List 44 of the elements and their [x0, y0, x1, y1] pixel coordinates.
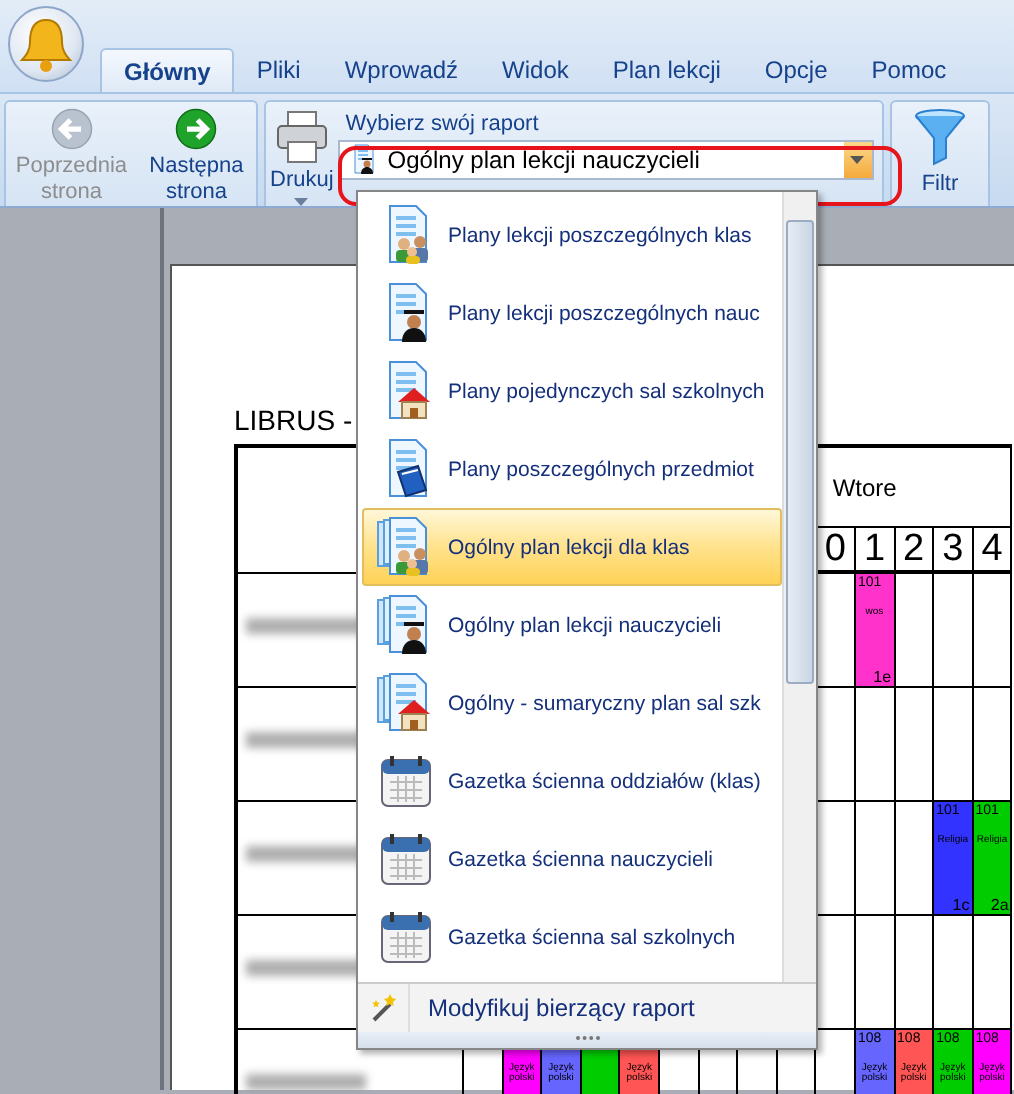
printer-icon	[273, 108, 330, 164]
scrollbar[interactable]	[782, 192, 816, 982]
report-title: LIBRUS -	[234, 404, 353, 436]
ribbon-tab[interactable]: Plan lekcji	[590, 48, 743, 92]
app-menu-button[interactable]	[8, 6, 84, 82]
class-name: 1e	[873, 670, 892, 684]
ribbon-tab[interactable]: Opcje	[742, 48, 850, 92]
wand-stars-icon	[367, 992, 399, 1024]
table-cell	[895, 688, 935, 802]
documents-people-icon	[376, 515, 432, 579]
report-dropdown[interactable]: Ogólny plan lekcji nauczycieli	[337, 140, 874, 180]
documents-house-icon	[376, 671, 432, 735]
hour-number: 2	[895, 528, 935, 574]
next-page-button[interactable]: Następna strona	[136, 102, 256, 206]
table-cell	[855, 802, 896, 916]
print-button[interactable]: Drukuj	[266, 102, 338, 206]
hour-number: 4	[973, 528, 1013, 574]
blurred-name	[246, 1074, 366, 1090]
resize-grip-icon[interactable]	[573, 1032, 601, 1044]
report-menu-item[interactable]: Ogólny plan lekcji dla klas	[362, 508, 782, 586]
table-cell	[973, 574, 1013, 688]
ribbon-tab[interactable]: Pomoc	[849, 48, 969, 92]
caret-icon	[850, 156, 865, 164]
class-name: 1c	[952, 898, 970, 912]
hour-number: 3	[934, 528, 974, 574]
ribbon-tab[interactable]: Główny	[100, 48, 235, 92]
report-label: Wybierz swój raport	[343, 112, 541, 136]
report-menu-item[interactable]: Gazetka ścienna sal szkolnych	[362, 898, 782, 976]
report-menu-item[interactable]: Plany poszczególnych przedmiot	[362, 430, 782, 508]
report-menu-item[interactable]: Gazetka ścienna nauczycieli	[362, 820, 782, 898]
ribbon-tab[interactable]: Wprowadź	[322, 48, 481, 92]
documents-graduate-icon	[376, 593, 432, 657]
report-menu-item[interactable]: Plany pojedynczych sal szkolnych	[362, 352, 782, 430]
ribbon-tab[interactable]: Pliki	[234, 48, 323, 92]
bell-icon	[20, 16, 72, 72]
ribbon-tab[interactable]: Widok	[480, 48, 591, 92]
report-menu-item[interactable]: Ogólny - sumaryczny plan sal szk	[362, 664, 782, 742]
report-menu-item[interactable]: Plany lekcji poszczególnych nauc	[362, 274, 782, 352]
report-menu-item[interactable]: Gazetka ścienna oddziałów (klas)	[362, 742, 782, 820]
report-menu-item[interactable]: Plany lekcji poszczególnych klas	[362, 196, 782, 274]
funnel-icon	[914, 108, 966, 168]
table-cell	[934, 574, 974, 688]
class-name: 2a	[990, 898, 1009, 912]
report-menu-item[interactable]: Ogólny plan lekcji nauczycieli	[362, 586, 782, 664]
